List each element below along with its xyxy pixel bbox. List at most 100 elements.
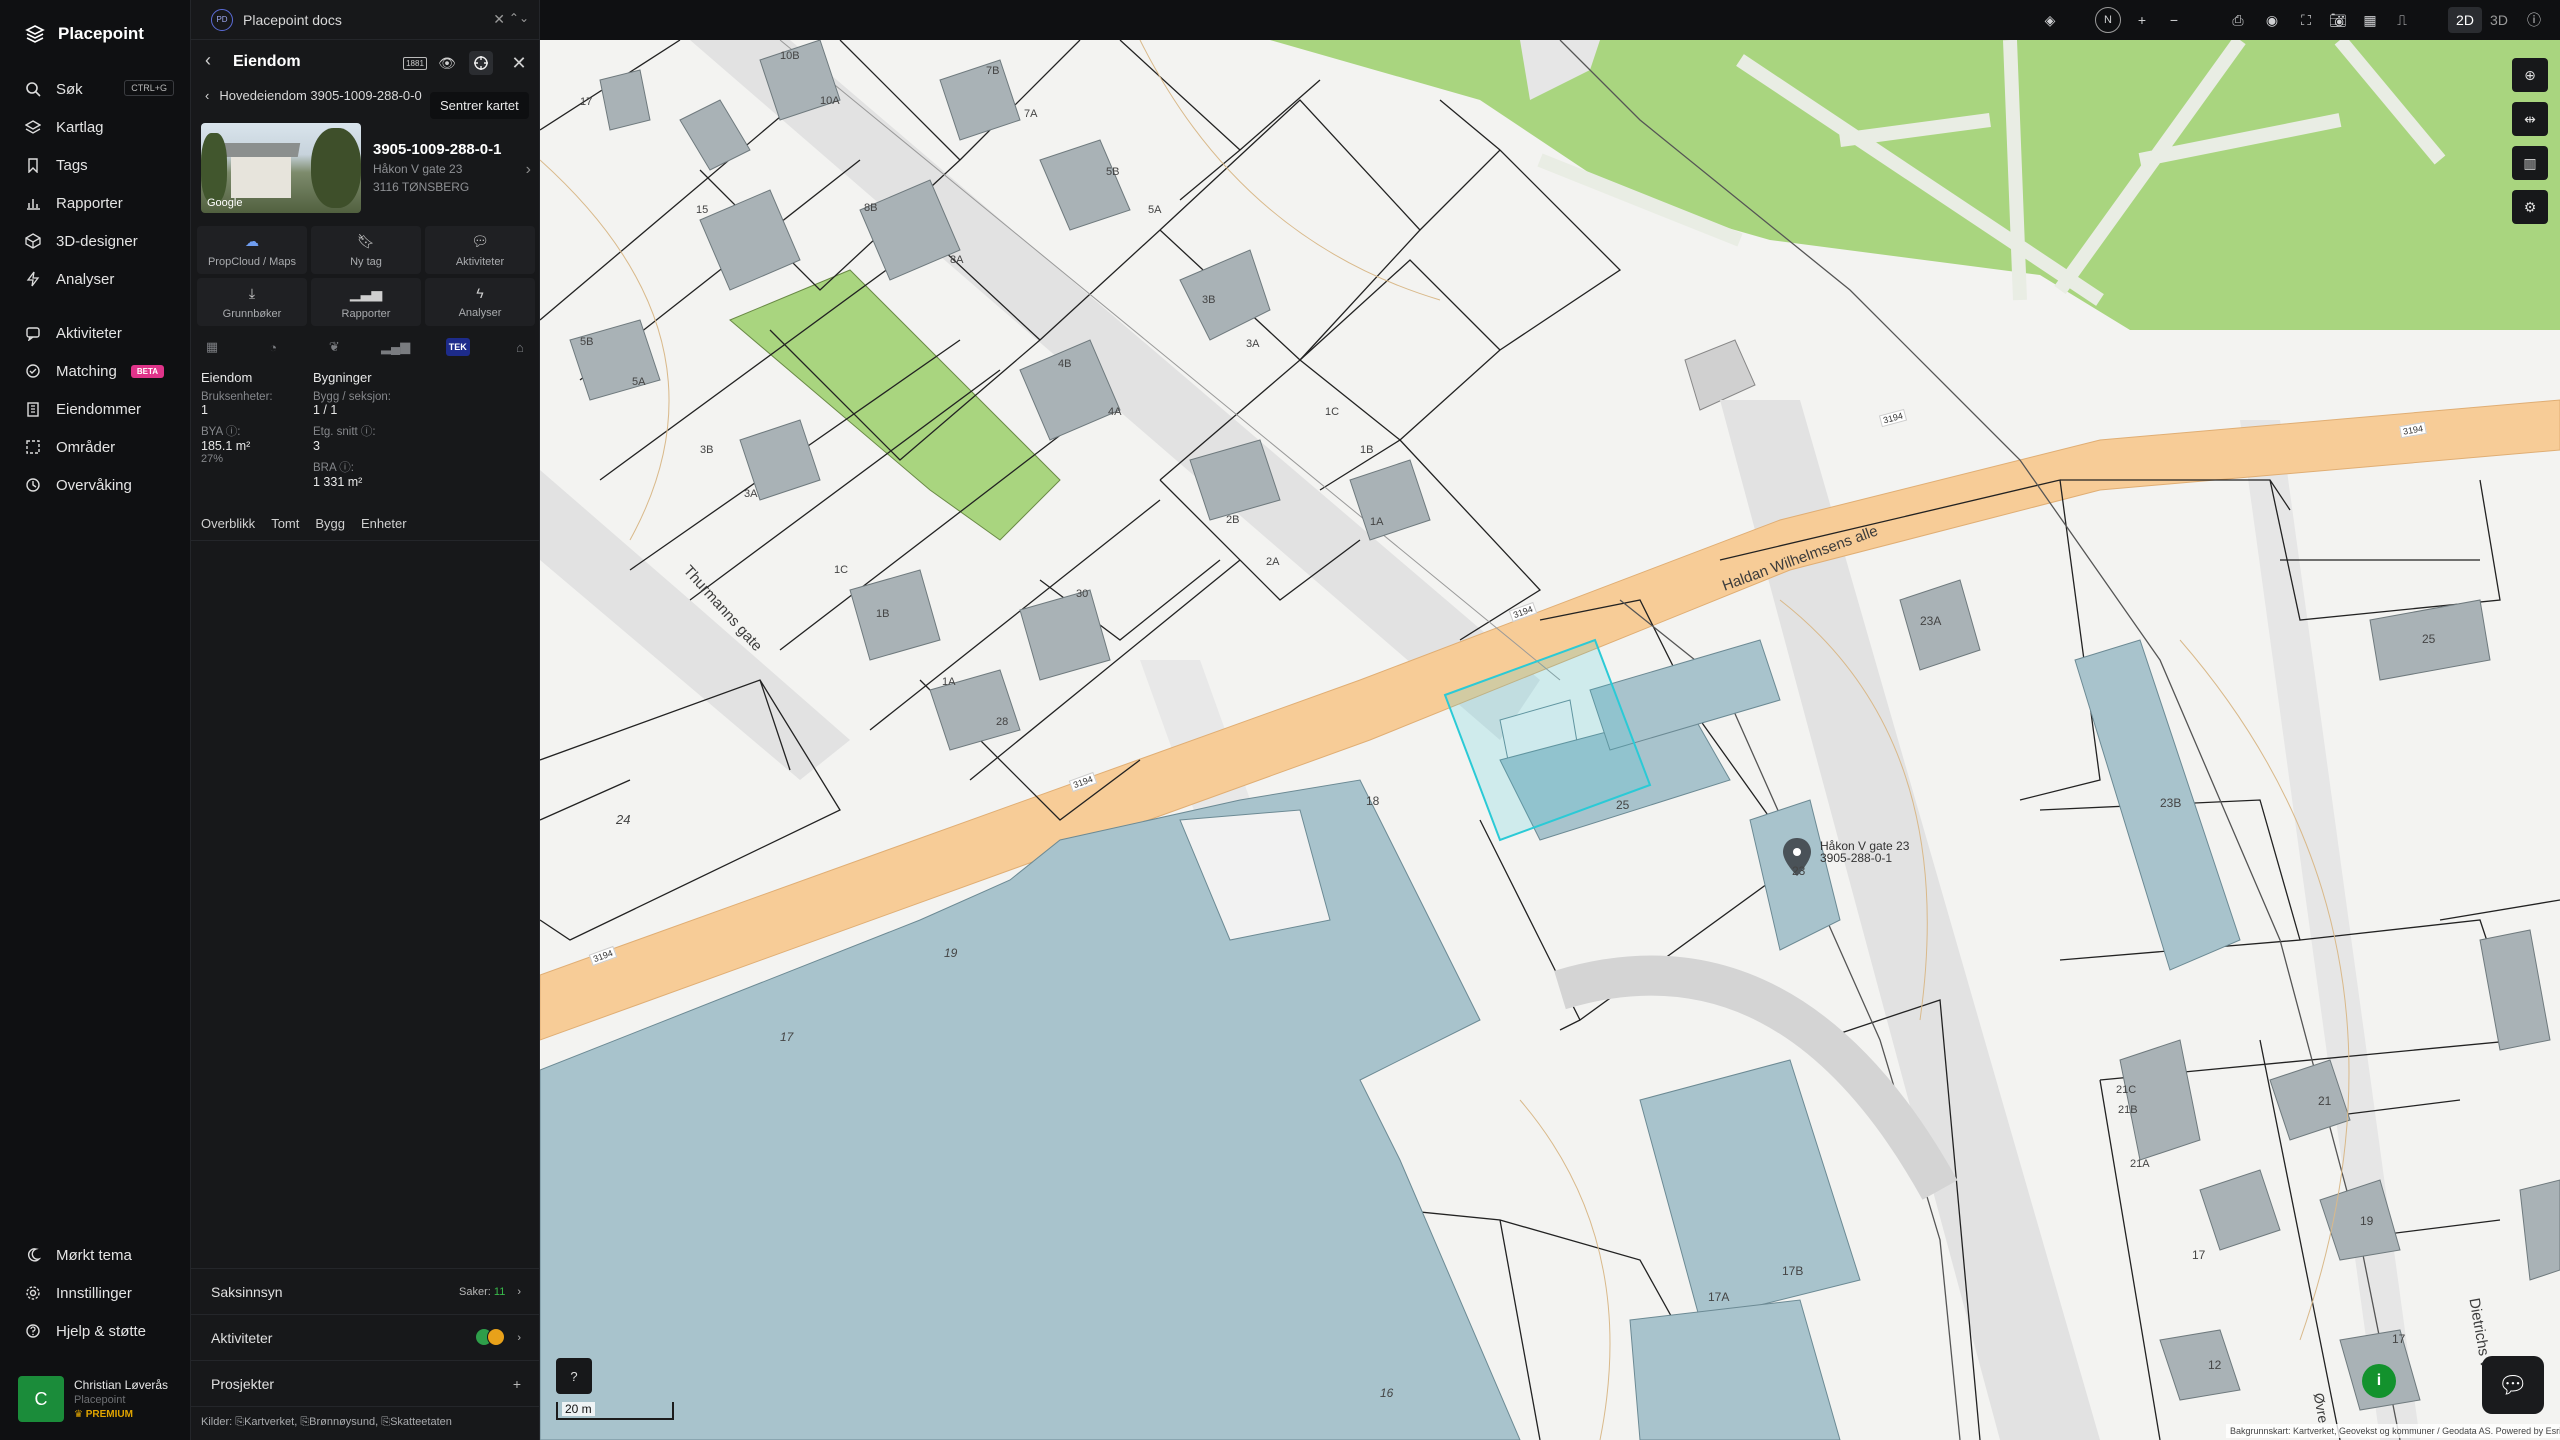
tab-enheter[interactable]: Enheter — [361, 516, 407, 531]
zoom-out-icon[interactable]: − — [2162, 8, 2186, 32]
building-number: 30 — [1076, 588, 1089, 600]
prosjekter-row[interactable]: Prosjekter + — [191, 1362, 541, 1406]
nav-omrader[interactable]: Områder — [24, 432, 174, 462]
stat-value: 1 331 m² — [313, 475, 363, 489]
map-tool-chart[interactable]: ▥ — [2512, 146, 2548, 180]
layers-icon — [24, 118, 42, 136]
new-tag-button[interactable]: 🔖︎ Ny tag — [311, 226, 421, 274]
building-register-icon[interactable]: ▦ — [201, 336, 223, 358]
nav-search[interactable]: Søk CTRL+G — [24, 74, 174, 104]
building-number: 2A — [1266, 556, 1280, 568]
nav-tags[interactable]: Tags — [24, 150, 174, 180]
premium-badge: ♛ PREMIUM — [74, 1409, 168, 1420]
reports-button[interactable]: ▁▃▅ Rapporter — [311, 278, 421, 326]
map-tool-settings[interactable]: ⚙ — [2512, 190, 2548, 224]
nav-eiendommer[interactable]: Eiendommer — [24, 394, 174, 424]
signal-bars-icon[interactable]: ▂▄▆ — [381, 336, 410, 358]
camera-icon[interactable]: 📷︎ — [2326, 8, 2350, 32]
building-number: 17B — [1782, 1264, 1804, 1278]
tab-bygg[interactable]: Bygg — [315, 516, 345, 531]
crosshair-icon — [474, 56, 488, 70]
building-number: 7A — [1024, 108, 1038, 120]
chart-icon: ▥ — [2523, 154, 2537, 171]
stat-value: 1 — [201, 403, 208, 417]
chevron-updown-icon[interactable]: ⌃⌄ — [509, 11, 529, 25]
activities-button[interactable]: 💬︎ Aktiviteter — [425, 226, 535, 274]
map-tool-measure[interactable]: ⇹ — [2512, 102, 2548, 136]
building-number: 17 — [2392, 1332, 2406, 1346]
stat-label: Etg. snitt ⓘ: — [313, 426, 376, 438]
nav-matching[interactable]: Matching BETA — [24, 356, 174, 386]
source-link[interactable]: Skatteetaten — [390, 1416, 452, 1428]
compass-button[interactable]: N — [2095, 7, 2121, 33]
building-number: 10A — [820, 95, 840, 107]
chat-button[interactable]: 💬︎ — [2482, 1356, 2544, 1414]
scale-bar: 20 m — [556, 1402, 674, 1420]
brand-logo[interactable]: Placepoint — [24, 20, 144, 48]
info-icon: i — [2376, 1372, 2382, 1389]
eye-icon[interactable]: 👁 — [435, 51, 459, 75]
property-card[interactable]: Google 3905-1009-288-0-1 Håkon V gate 23… — [201, 123, 531, 215]
print-icon[interactable]: ⎙ — [2226, 8, 2250, 32]
source-link[interactable]: Kartverket, — [244, 1416, 297, 1428]
ninety-badge-button[interactable]: 1881 — [401, 51, 429, 75]
map-tool-layers[interactable]: ⊕ — [2512, 58, 2548, 92]
map-svg — [540, 40, 2560, 1440]
building-number: 25 — [1616, 798, 1630, 812]
chevron-left-icon: ‹ — [205, 88, 210, 103]
grunnboker-button[interactable]: ⤓ Grunnbøker — [197, 278, 307, 326]
lock-icon[interactable]: ⌂ — [509, 336, 531, 358]
layers-stack-icon[interactable]: ◈ — [2038, 8, 2062, 32]
pie-icon[interactable]: ◔ — [262, 336, 284, 358]
aktiviteter-row[interactable]: Aktiviteter › — [191, 1316, 541, 1360]
user-profile[interactable]: C Christian Løverås Placepoint ♛ PREMIUM — [18, 1373, 178, 1425]
analyses-button[interactable]: ϟ Analyser — [425, 278, 535, 326]
nav-3d-designer[interactable]: 3D-designer — [24, 226, 174, 256]
building-number: 8B — [864, 202, 878, 214]
grid-icon[interactable]: ▦ — [2358, 8, 2382, 32]
add-icon[interactable]: + — [513, 1376, 521, 1392]
nav-settings[interactable]: Innstillinger — [24, 1278, 174, 1308]
map-help-button[interactable]: ? — [556, 1358, 592, 1394]
nav-overvaking[interactable]: Overvåking — [24, 470, 174, 500]
mode-2d-button[interactable]: 2D — [2448, 7, 2482, 33]
building-number: 1C — [1325, 406, 1340, 418]
mode-3d-button[interactable]: 3D — [2482, 7, 2516, 33]
nav-aktiviteter[interactable]: Aktiviteter — [24, 318, 174, 348]
property-id: 3905-1009-288-0-1 — [373, 141, 502, 158]
close-icon[interactable]: ✕ — [507, 51, 531, 75]
nav-label: Mørkt tema — [56, 1246, 132, 1264]
fullscreen-icon[interactable]: ⛶ — [2294, 8, 2318, 32]
divider — [191, 1406, 541, 1407]
source-link[interactable]: Brønnøysund, — [309, 1416, 378, 1428]
globe-icon: ⊕ — [2524, 66, 2536, 83]
chevron-left-icon[interactable]: ‹ — [205, 50, 211, 71]
street-view-thumbnail[interactable]: Google — [201, 123, 361, 213]
nav-rapporter[interactable]: Rapporter — [24, 188, 174, 218]
eye-icon[interactable]: ◉ — [2260, 8, 2284, 32]
close-icon[interactable]: ✕ — [493, 11, 505, 28]
building-number: 1A — [1370, 516, 1384, 528]
map-canvas[interactable]: Haldan Wilhelmsens alle Thurmanns gate D… — [540, 40, 2560, 1440]
nav-analyser[interactable]: Analyser — [24, 264, 174, 294]
address-line: Håkon V gate 23 — [373, 162, 463, 176]
center-map-button[interactable] — [469, 51, 493, 75]
tab-tomt[interactable]: Tomt — [271, 516, 299, 531]
bookmark-icon[interactable]: ⎍ — [2390, 8, 2414, 32]
propcloud-button[interactable]: ☁ PropCloud / Maps — [197, 226, 307, 274]
plant-icon[interactable]: ❦ — [323, 336, 345, 358]
stat-sub: 27% — [201, 453, 224, 465]
nav-dark-theme[interactable]: Mørkt tema — [24, 1240, 174, 1270]
docs-bar[interactable]: PD Placepoint docs ✕ ⌃⌄ — [191, 0, 541, 40]
info-button[interactable]: i — [2362, 1364, 2396, 1398]
tab-overblikk[interactable]: Overblikk — [201, 516, 255, 531]
building-number: 18 — [1366, 794, 1380, 808]
nav-help[interactable]: Hjelp & støtte — [24, 1316, 174, 1346]
zoom-in-icon[interactable]: + — [2130, 8, 2154, 32]
building-number: 21B — [2118, 1104, 2138, 1116]
saksinnsyn-row[interactable]: Saksinnsyn Saker: 11 › — [191, 1270, 541, 1314]
house-shape — [231, 153, 291, 198]
tek-badge[interactable]: TEK — [445, 338, 470, 356]
info-icon[interactable]: ⓘ — [2522, 8, 2546, 32]
nav-kartlag[interactable]: Kartlag — [24, 112, 174, 142]
